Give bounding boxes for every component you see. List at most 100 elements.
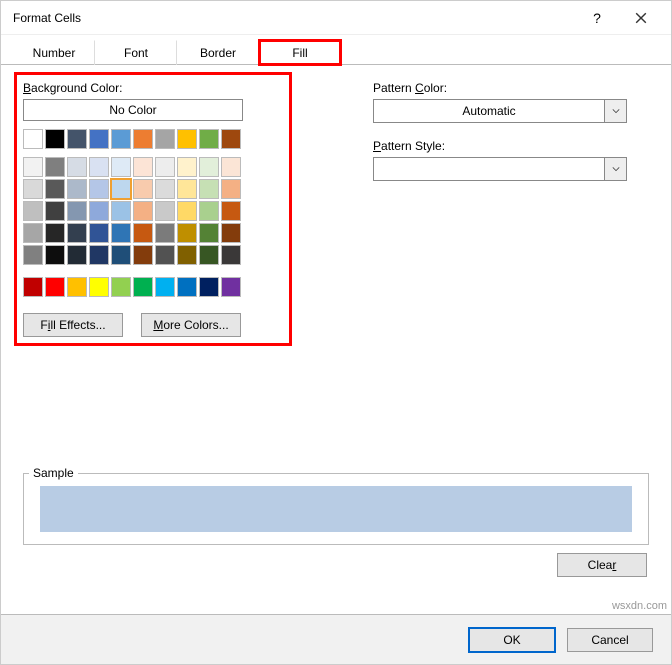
color-swatch[interactable]	[89, 157, 109, 177]
ok-button[interactable]: OK	[469, 628, 555, 652]
color-swatch[interactable]	[45, 245, 65, 265]
sample-fill	[40, 486, 632, 532]
color-swatch[interactable]	[23, 157, 43, 177]
color-swatch[interactable]	[67, 129, 87, 149]
color-swatch[interactable]	[177, 223, 197, 243]
standard-colors-row	[23, 277, 243, 297]
color-swatch[interactable]	[23, 245, 43, 265]
color-swatch[interactable]	[199, 129, 219, 149]
color-swatch[interactable]	[155, 129, 175, 149]
color-swatch[interactable]	[155, 179, 175, 199]
color-swatch[interactable]	[221, 157, 241, 177]
chevron-down-icon	[604, 158, 626, 180]
color-swatch[interactable]	[67, 223, 87, 243]
color-swatch[interactable]	[67, 245, 87, 265]
color-swatch[interactable]	[155, 157, 175, 177]
color-swatch[interactable]	[221, 277, 241, 297]
color-swatch[interactable]	[23, 201, 43, 221]
no-color-button[interactable]: No Color	[23, 99, 243, 121]
color-swatch[interactable]	[221, 223, 241, 243]
color-swatch[interactable]	[177, 179, 197, 199]
color-swatch[interactable]	[133, 277, 153, 297]
color-swatch[interactable]	[199, 277, 219, 297]
color-swatch[interactable]	[133, 223, 153, 243]
color-swatch[interactable]	[221, 129, 241, 149]
color-swatch[interactable]	[155, 201, 175, 221]
color-swatch[interactable]	[177, 245, 197, 265]
color-swatch[interactable]	[111, 245, 131, 265]
more-colors-button[interactable]: More Colors...	[141, 313, 241, 337]
color-swatch[interactable]	[177, 129, 197, 149]
color-swatch[interactable]	[111, 201, 131, 221]
color-swatch[interactable]	[67, 157, 87, 177]
tab-font[interactable]: Font	[95, 40, 177, 65]
pattern-section: Pattern Color: Automatic Pattern Style:	[373, 81, 649, 337]
color-swatch[interactable]	[155, 223, 175, 243]
color-swatch[interactable]	[23, 277, 43, 297]
color-swatch[interactable]	[89, 179, 109, 199]
pattern-color-label: Pattern Color:	[373, 81, 649, 95]
color-swatch[interactable]	[221, 201, 241, 221]
fill-effects-button[interactable]: Fill Effects...	[23, 313, 123, 337]
color-swatch[interactable]	[133, 201, 153, 221]
pattern-style-combo[interactable]	[373, 157, 627, 181]
sample-box	[23, 473, 649, 545]
tab-border[interactable]: Border	[177, 40, 259, 65]
color-swatch[interactable]	[111, 277, 131, 297]
sample-section: Sample	[23, 459, 649, 545]
color-swatch[interactable]	[155, 277, 175, 297]
background-color-section: Background Color: No Color Fill Effects.…	[23, 81, 283, 337]
tab-fill[interactable]: Fill	[259, 40, 341, 65]
pattern-color-value: Automatic	[374, 104, 604, 118]
sample-label: Sample	[29, 466, 78, 480]
color-swatch[interactable]	[89, 223, 109, 243]
color-swatch[interactable]	[177, 277, 197, 297]
window-title: Format Cells	[13, 11, 575, 25]
color-swatch[interactable]	[89, 277, 109, 297]
color-swatch[interactable]	[67, 201, 87, 221]
cancel-button[interactable]: Cancel	[567, 628, 653, 652]
color-swatch[interactable]	[89, 245, 109, 265]
color-swatch[interactable]	[45, 201, 65, 221]
color-swatch[interactable]	[23, 223, 43, 243]
color-swatch[interactable]	[199, 157, 219, 177]
color-swatch[interactable]	[67, 277, 87, 297]
color-swatch[interactable]	[89, 129, 109, 149]
help-button[interactable]: ?	[575, 1, 619, 35]
color-swatch[interactable]	[133, 157, 153, 177]
color-swatch[interactable]	[177, 157, 197, 177]
close-icon	[635, 12, 647, 24]
color-swatch[interactable]	[45, 157, 65, 177]
color-swatch[interactable]	[111, 157, 131, 177]
close-button[interactable]	[619, 1, 663, 35]
color-swatch[interactable]	[111, 129, 131, 149]
format-cells-dialog: Format Cells ? Number Font Border Fill B…	[0, 0, 672, 665]
dialog-footer: OK Cancel	[1, 614, 671, 664]
color-swatch[interactable]	[133, 179, 153, 199]
color-swatch[interactable]	[177, 201, 197, 221]
clear-button[interactable]: Clear	[557, 553, 647, 577]
tab-number[interactable]: Number	[13, 40, 95, 65]
color-swatch[interactable]	[45, 179, 65, 199]
color-swatch[interactable]	[23, 179, 43, 199]
color-swatch[interactable]	[111, 179, 131, 199]
color-swatch[interactable]	[133, 129, 153, 149]
color-swatch[interactable]	[199, 223, 219, 243]
theme-colors-grid	[23, 157, 243, 265]
color-swatch[interactable]	[155, 245, 175, 265]
pattern-style-label: Pattern Style:	[373, 139, 649, 153]
color-swatch[interactable]	[199, 245, 219, 265]
pattern-color-combo[interactable]: Automatic	[373, 99, 627, 123]
color-swatch[interactable]	[221, 179, 241, 199]
color-swatch[interactable]	[199, 179, 219, 199]
color-swatch[interactable]	[133, 245, 153, 265]
color-swatch[interactable]	[67, 179, 87, 199]
color-swatch[interactable]	[23, 129, 43, 149]
color-swatch[interactable]	[199, 201, 219, 221]
color-swatch[interactable]	[89, 201, 109, 221]
color-swatch[interactable]	[45, 277, 65, 297]
color-swatch[interactable]	[221, 245, 241, 265]
color-swatch[interactable]	[45, 223, 65, 243]
color-swatch[interactable]	[111, 223, 131, 243]
color-swatch[interactable]	[45, 129, 65, 149]
